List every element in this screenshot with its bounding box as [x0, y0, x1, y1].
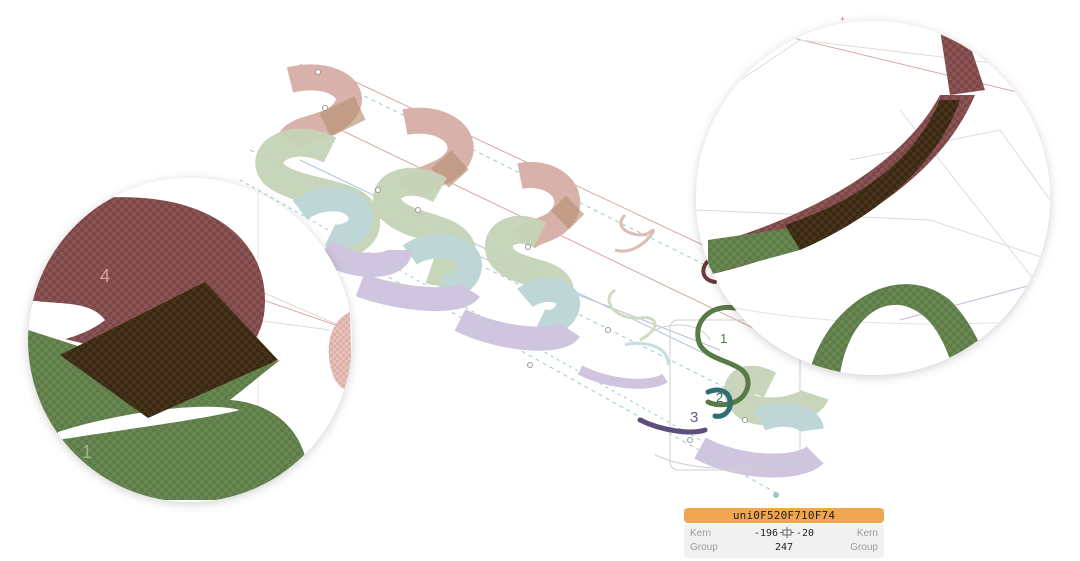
edge-marker: + — [840, 14, 845, 24]
canvas-marker-1: 1 — [720, 331, 727, 346]
canvas-marker-2: 2 — [716, 390, 723, 405]
glyph-layers-drawing: 1 2 3 4 1 + — [28, 14, 1050, 502]
kern-right-value[interactable]: -20 — [796, 528, 814, 539]
kern-left-value[interactable]: -196 — [754, 528, 778, 539]
zoom-marker-4: 4 — [100, 266, 110, 286]
group-right-label: Group — [850, 542, 878, 553]
kern-link-icon[interactable] — [780, 527, 795, 538]
glyph-editor-canvas[interactable]: 1 2 3 4 1 + uni0F520F710F74 Kern -196 -2… — [0, 0, 1080, 561]
glyph-name-label[interactable]: uni0F520F710F74 — [684, 508, 884, 523]
kerning-row: Kern -196 -20 Kern — [684, 527, 884, 541]
glyph-info-panel: uni0F520F710F74 Kern -196 -20 Kern Group … — [684, 508, 884, 558]
zoom-lens-right-content — [696, 21, 1050, 375]
thin-layer-strokes — [607, 213, 670, 366]
zoom-lens-left-content: 4 1 — [28, 178, 352, 502]
group-row: Group 247 Group — [684, 541, 884, 555]
kerning-group-box: Kern -196 -20 Kern Group 247 Group — [684, 524, 884, 558]
zoom-marker-1: 1 — [82, 442, 92, 462]
canvas-marker-3: 3 — [690, 409, 698, 426]
kern-values: -196 -20 — [684, 527, 884, 541]
kern-right-label: Kern — [856, 528, 878, 539]
